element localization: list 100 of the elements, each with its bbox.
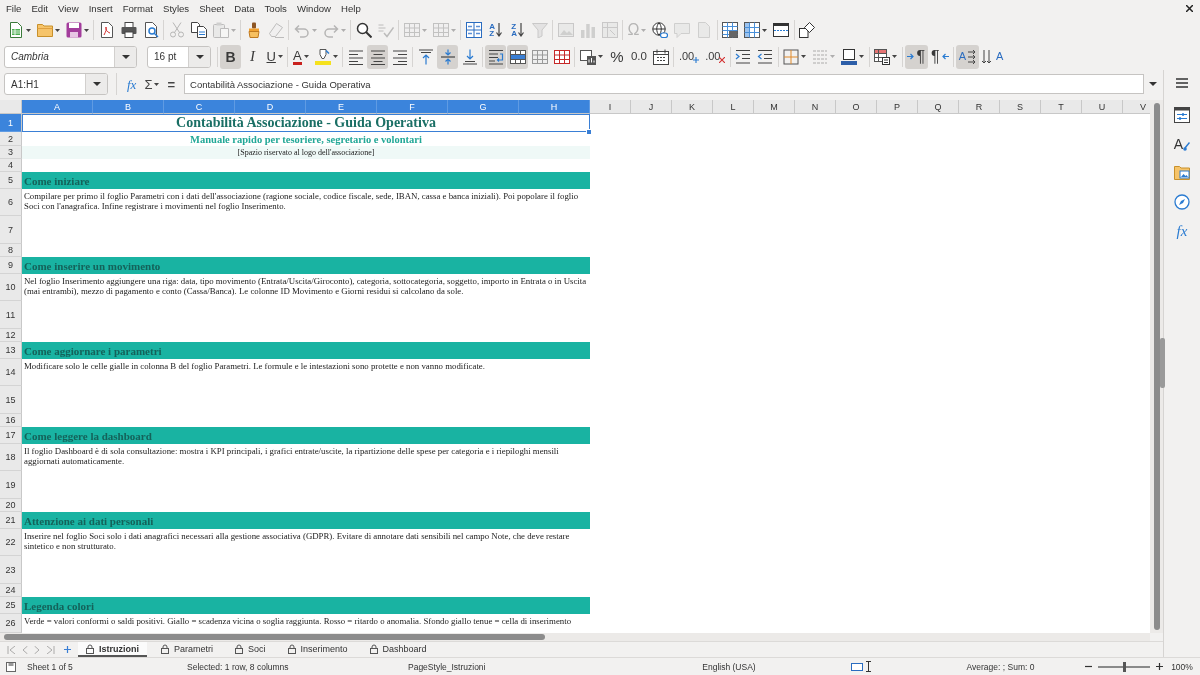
right-to-left-button[interactable]: ¶: [928, 44, 952, 69]
column-header[interactable]: E: [306, 100, 377, 114]
sidebar-menu-button[interactable]: [1174, 76, 1190, 90]
merge-center-button[interactable]: [507, 44, 529, 69]
column-header[interactable]: P: [877, 100, 918, 114]
menu-item[interactable]: Data: [229, 3, 260, 14]
function-wizard-button[interactable]: fx: [124, 73, 140, 95]
horizontal-scrollbar[interactable]: [0, 633, 1150, 641]
underline-button[interactable]: U: [264, 44, 286, 69]
row-header[interactable]: 15: [0, 386, 22, 414]
row-header[interactable]: 12: [0, 329, 22, 342]
center-vertically-button[interactable]: [437, 44, 459, 69]
properties-tab[interactable]: [1172, 105, 1192, 125]
row-header[interactable]: 10: [0, 274, 22, 301]
dropdown-button[interactable]: [188, 46, 210, 67]
column-header[interactable]: V: [1123, 100, 1150, 114]
menu-item[interactable]: Sheet: [194, 3, 230, 14]
menu-item[interactable]: Insert: [83, 3, 118, 14]
column-header[interactable]: I: [590, 100, 631, 114]
column-header[interactable]: R: [959, 100, 1000, 114]
scrollbar-thumb[interactable]: [1154, 103, 1160, 630]
font-size-field[interactable]: 16 pt: [147, 45, 211, 68]
column-header[interactable]: J: [631, 100, 672, 114]
font-name-field[interactable]: Cambria: [4, 45, 137, 68]
row-header[interactable]: 20: [0, 499, 22, 512]
functions-tab[interactable]: fx: [1174, 222, 1190, 241]
row-header[interactable]: 21: [0, 512, 22, 529]
row-header[interactable]: 11: [0, 301, 22, 329]
navigator-tab[interactable]: [1172, 192, 1192, 212]
sidebar-collapse-handle[interactable]: [1160, 338, 1165, 388]
formula-button[interactable]: =: [164, 73, 179, 95]
dropdown-button[interactable]: [114, 46, 136, 67]
fill-handle[interactable]: [586, 129, 592, 135]
column-header[interactable]: O: [836, 100, 877, 114]
menu-item[interactable]: Edit: [26, 3, 53, 14]
row-header[interactable]: 3: [0, 146, 22, 159]
column-header[interactable]: B: [93, 100, 164, 114]
formula-input[interactable]: Contabilità Associazione - Guida Operativa: [184, 74, 1144, 94]
zoom-out-button[interactable]: [1083, 663, 1094, 670]
sheet-tab[interactable]: Istruzioni: [78, 642, 147, 657]
row-header[interactable]: 9: [0, 257, 22, 274]
column-header[interactable]: A: [22, 100, 93, 114]
row-header[interactable]: 8: [0, 244, 22, 257]
menu-item[interactable]: Window: [291, 3, 337, 14]
column-header[interactable]: F: [377, 100, 448, 114]
name-box[interactable]: A1:H1: [4, 73, 108, 95]
menu-item[interactable]: Styles: [158, 3, 195, 14]
column-header[interactable]: H: [519, 100, 590, 114]
row-header[interactable]: 25: [0, 597, 22, 614]
scrollbar-thumb[interactable]: [4, 634, 545, 640]
vertical-text-button[interactable]: A: [979, 44, 1006, 69]
menu-item[interactable]: Format: [117, 3, 159, 14]
row-header[interactable]: 17: [0, 427, 22, 444]
delete-decimal-button[interactable]: .00: [702, 44, 728, 69]
row-header[interactable]: 24: [0, 584, 22, 597]
column-header[interactable]: M: [754, 100, 795, 114]
column-header[interactable]: L: [713, 100, 754, 114]
zoom-in-button[interactable]: [1154, 663, 1165, 670]
sort-ascending-button[interactable]: AZ: [485, 18, 506, 42]
percent-button[interactable]: %: [606, 44, 628, 69]
styles-tab[interactable]: A: [1171, 135, 1193, 153]
vertical-scrollbar[interactable]: [1150, 100, 1163, 633]
dropdown-button[interactable]: [85, 74, 107, 94]
standard-number-button[interactable]: 0.0: [628, 44, 650, 69]
left-to-right-button[interactable]: ¶: [905, 44, 928, 69]
italic-button[interactable]: I: [242, 44, 263, 69]
row-header[interactable]: 13: [0, 342, 22, 359]
row-header[interactable]: 26: [0, 614, 22, 633]
zoom-slider-thumb[interactable]: [1123, 661, 1126, 672]
wrap-text-button[interactable]: [485, 44, 507, 69]
row-header[interactable]: 1: [0, 114, 22, 132]
align-center-button[interactable]: [367, 44, 389, 69]
column-header[interactable]: S: [1000, 100, 1041, 114]
column-header[interactable]: C: [164, 100, 235, 114]
sum-button[interactable]: Σ: [141, 73, 163, 95]
menu-item[interactable]: Help: [336, 3, 366, 14]
font-color-button[interactable]: A: [290, 44, 312, 69]
menu-item[interactable]: File: [1, 3, 27, 14]
sheet-tab[interactable]: Soci: [227, 642, 274, 657]
column-header[interactable]: U: [1082, 100, 1123, 114]
row-header[interactable]: 16: [0, 414, 22, 427]
column-header[interactable]: N: [795, 100, 836, 114]
row-header[interactable]: 14: [0, 359, 22, 386]
column-header[interactable]: G: [448, 100, 519, 114]
close-document-button[interactable]: [1185, 4, 1194, 13]
menu-item[interactable]: Tools: [259, 3, 292, 14]
column-header[interactable]: T: [1041, 100, 1082, 114]
sheet-tab[interactable]: Inserimento: [279, 642, 356, 657]
column-header[interactable]: Q: [918, 100, 959, 114]
sort-descending-button[interactable]: ZA: [507, 18, 528, 42]
bold-button[interactable]: B: [220, 44, 241, 69]
sheet-tab[interactable]: Dashboard: [361, 642, 435, 657]
row-header[interactable]: 5: [0, 172, 22, 189]
sheet-tab[interactable]: Parametri: [153, 642, 221, 657]
horizontal-text-button[interactable]: A: [956, 44, 979, 69]
row-header[interactable]: 6: [0, 189, 22, 216]
gallery-tab[interactable]: [1172, 163, 1192, 182]
row-header[interactable]: 23: [0, 556, 22, 584]
row-header[interactable]: 7: [0, 216, 22, 244]
row-header[interactable]: 2: [0, 132, 22, 146]
